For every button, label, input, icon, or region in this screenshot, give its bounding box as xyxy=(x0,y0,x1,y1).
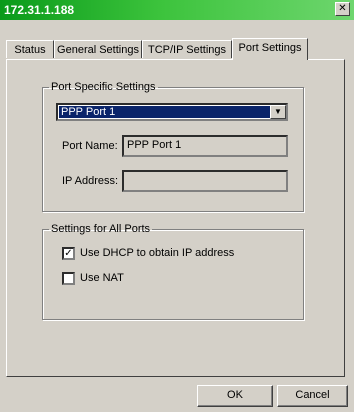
cancel-button[interactable]: Cancel xyxy=(277,385,348,407)
ok-button[interactable]: OK xyxy=(197,385,273,407)
tab-tcpip-settings[interactable]: TCP/IP Settings xyxy=(142,40,232,58)
use-nat-label[interactable]: Use NAT xyxy=(80,272,124,284)
use-dhcp-checkbox[interactable]: ✓ xyxy=(62,247,75,260)
port-name-label: Port Name: xyxy=(62,140,118,152)
ip-address-field[interactable] xyxy=(122,170,288,192)
checkmark-icon: ✓ xyxy=(64,248,73,259)
tab-status[interactable]: Status xyxy=(6,40,54,58)
port-select[interactable]: PPP Port 1 ▼ xyxy=(56,103,288,121)
title-bar: 172.31.1.188 ✕ xyxy=(0,0,354,20)
port-specific-legend: Port Specific Settings xyxy=(51,81,156,93)
use-dhcp-label[interactable]: Use DHCP to obtain IP address xyxy=(80,247,234,259)
window-title: 172.31.1.188 xyxy=(4,3,75,17)
all-ports-legend: Settings for All Ports xyxy=(51,223,151,235)
close-button[interactable]: ✕ xyxy=(335,2,350,16)
port-select-value: PPP Port 1 xyxy=(59,106,270,118)
close-icon: ✕ xyxy=(338,3,347,14)
port-name-field[interactable]: PPP Port 1 xyxy=(122,135,288,157)
use-nat-checkbox[interactable] xyxy=(62,272,75,285)
tab-port-settings[interactable]: Port Settings xyxy=(232,38,308,60)
tab-general-settings[interactable]: General Settings xyxy=(54,40,142,58)
ip-address-label: IP Address: xyxy=(62,175,119,187)
chevron-down-icon[interactable]: ▼ xyxy=(270,105,286,119)
